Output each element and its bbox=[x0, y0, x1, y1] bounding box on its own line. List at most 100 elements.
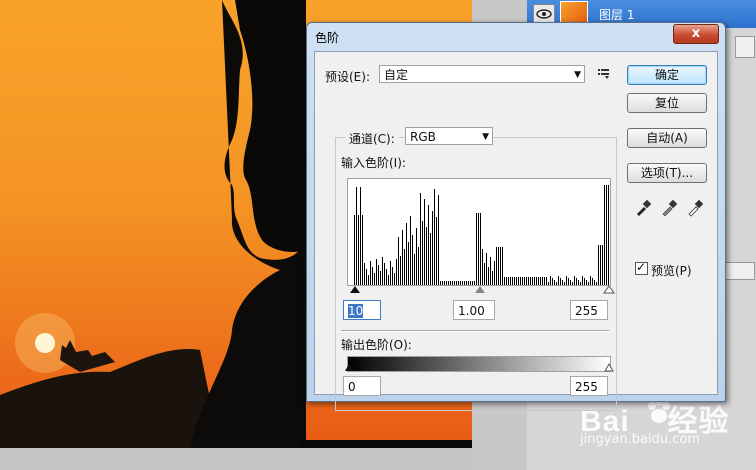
histogram-bar bbox=[608, 185, 609, 285]
delete-layer-icon[interactable] bbox=[723, 262, 755, 280]
histogram-bar bbox=[504, 277, 505, 285]
input-gamma-slider-icon[interactable] bbox=[475, 286, 485, 293]
input-gamma-field[interactable]: 1.00 bbox=[453, 300, 495, 320]
histogram-bar bbox=[392, 267, 393, 285]
histogram-bar bbox=[364, 263, 365, 285]
chevron-down-icon: ▼ bbox=[574, 70, 581, 80]
histogram-bar bbox=[522, 277, 523, 285]
histogram-bar bbox=[598, 245, 599, 285]
histogram-bar bbox=[568, 278, 569, 285]
histogram-bar bbox=[540, 277, 541, 285]
histogram-bar bbox=[396, 259, 397, 285]
histogram-bar bbox=[544, 277, 545, 285]
histogram-bar bbox=[576, 278, 577, 285]
histogram-bar bbox=[368, 275, 369, 285]
histogram-bar bbox=[506, 277, 507, 285]
output-slider-track[interactable] bbox=[345, 363, 615, 373]
output-white-field[interactable]: 255 bbox=[570, 376, 608, 396]
histogram-bar bbox=[374, 273, 375, 285]
checkmark-icon: ✓ bbox=[636, 260, 647, 274]
channel-value: RGB bbox=[410, 130, 436, 144]
white-eyedropper-icon[interactable] bbox=[685, 198, 705, 218]
histogram-bar bbox=[426, 227, 427, 285]
output-white-slider-icon[interactable] bbox=[604, 363, 614, 372]
preset-select[interactable]: 自定 ▼ bbox=[379, 65, 585, 83]
histogram-bar bbox=[380, 271, 381, 285]
histogram-bar bbox=[408, 242, 409, 285]
separator bbox=[341, 330, 609, 332]
histogram-bar bbox=[590, 276, 591, 285]
output-black-field[interactable]: 0 bbox=[343, 376, 381, 396]
histogram-bar bbox=[592, 278, 593, 285]
options-button[interactable]: 选项(T)... bbox=[627, 163, 707, 183]
histogram-bar bbox=[366, 269, 367, 285]
histogram-bar bbox=[488, 267, 489, 285]
histogram-bar bbox=[432, 211, 433, 285]
histogram-bar bbox=[386, 269, 387, 285]
histogram-bar bbox=[422, 221, 423, 285]
dialog-body: 预设(E): 自定 ▼ 通道(C): RGB ▼ 输入色阶(I): 10 1.0… bbox=[314, 51, 718, 411]
histogram-bar bbox=[372, 267, 373, 285]
histogram-bar bbox=[394, 273, 395, 285]
black-eyedropper-icon[interactable] bbox=[633, 198, 653, 218]
histogram-bar bbox=[410, 216, 411, 285]
preview-checkbox[interactable]: ✓ bbox=[635, 260, 648, 275]
histogram-bar bbox=[354, 215, 355, 285]
histogram-bar bbox=[566, 276, 567, 285]
histogram-bar bbox=[550, 276, 551, 285]
histogram-bar bbox=[358, 215, 359, 285]
channel-label: 通道(C): bbox=[345, 130, 399, 147]
ok-button[interactable]: 确定 bbox=[627, 65, 707, 85]
histogram-bar bbox=[600, 245, 601, 285]
canvas-bottom-bar bbox=[0, 448, 472, 470]
histogram-bar bbox=[416, 228, 417, 285]
histogram-bar bbox=[508, 277, 509, 285]
histogram-bar bbox=[492, 271, 493, 285]
histogram-bar bbox=[420, 193, 421, 285]
output-black-slider-icon[interactable] bbox=[345, 364, 353, 371]
histogram-bar bbox=[604, 185, 605, 285]
histogram-bar bbox=[530, 277, 531, 285]
histogram-bar bbox=[514, 277, 515, 285]
histogram-bar bbox=[560, 278, 561, 285]
output-levels-label: 输出色阶(O): bbox=[341, 338, 412, 352]
close-button[interactable]: x bbox=[673, 24, 719, 44]
layer-name[interactable]: 图层 1 bbox=[599, 6, 634, 23]
auto-button[interactable]: 自动(A) bbox=[627, 128, 707, 148]
histogram-bar bbox=[510, 277, 511, 285]
input-black-slider-icon[interactable] bbox=[350, 286, 360, 293]
input-white-field[interactable]: 255 bbox=[570, 300, 608, 320]
histogram-bar bbox=[574, 276, 575, 285]
histogram-bar bbox=[484, 263, 485, 285]
histogram-bar bbox=[414, 254, 415, 285]
input-black-field[interactable]: 10 bbox=[343, 300, 381, 320]
histogram-bar bbox=[526, 277, 527, 285]
histogram bbox=[347, 178, 611, 286]
histogram-bar bbox=[584, 278, 585, 285]
preset-menu-icon[interactable] bbox=[597, 66, 611, 83]
input-white-slider-icon[interactable] bbox=[603, 285, 615, 294]
histogram-bar bbox=[516, 277, 517, 285]
preset-value: 自定 bbox=[384, 68, 409, 82]
histogram-bar bbox=[502, 247, 503, 285]
histogram-bar bbox=[430, 233, 431, 285]
histogram-bar bbox=[406, 223, 407, 285]
histogram-bar bbox=[552, 278, 553, 285]
histogram-bar bbox=[362, 215, 363, 285]
histogram-graph bbox=[354, 185, 609, 285]
histogram-bar bbox=[498, 247, 499, 285]
histogram-bar bbox=[520, 277, 521, 285]
histogram-bar bbox=[436, 217, 437, 285]
histogram-bar bbox=[518, 277, 519, 285]
histogram-bar bbox=[602, 245, 603, 285]
panel-scroll-button[interactable] bbox=[735, 36, 755, 58]
channel-select[interactable]: RGB ▼ bbox=[405, 127, 493, 145]
gray-eyedropper-icon[interactable] bbox=[659, 198, 679, 218]
histogram-bar bbox=[606, 185, 607, 285]
histogram-bar bbox=[438, 195, 439, 285]
input-slider-track[interactable] bbox=[345, 285, 615, 295]
input-black-value: 10 bbox=[348, 304, 364, 318]
histogram-bar bbox=[390, 261, 391, 285]
reset-button[interactable]: 复位 bbox=[627, 93, 707, 113]
histogram-bar bbox=[528, 277, 529, 285]
